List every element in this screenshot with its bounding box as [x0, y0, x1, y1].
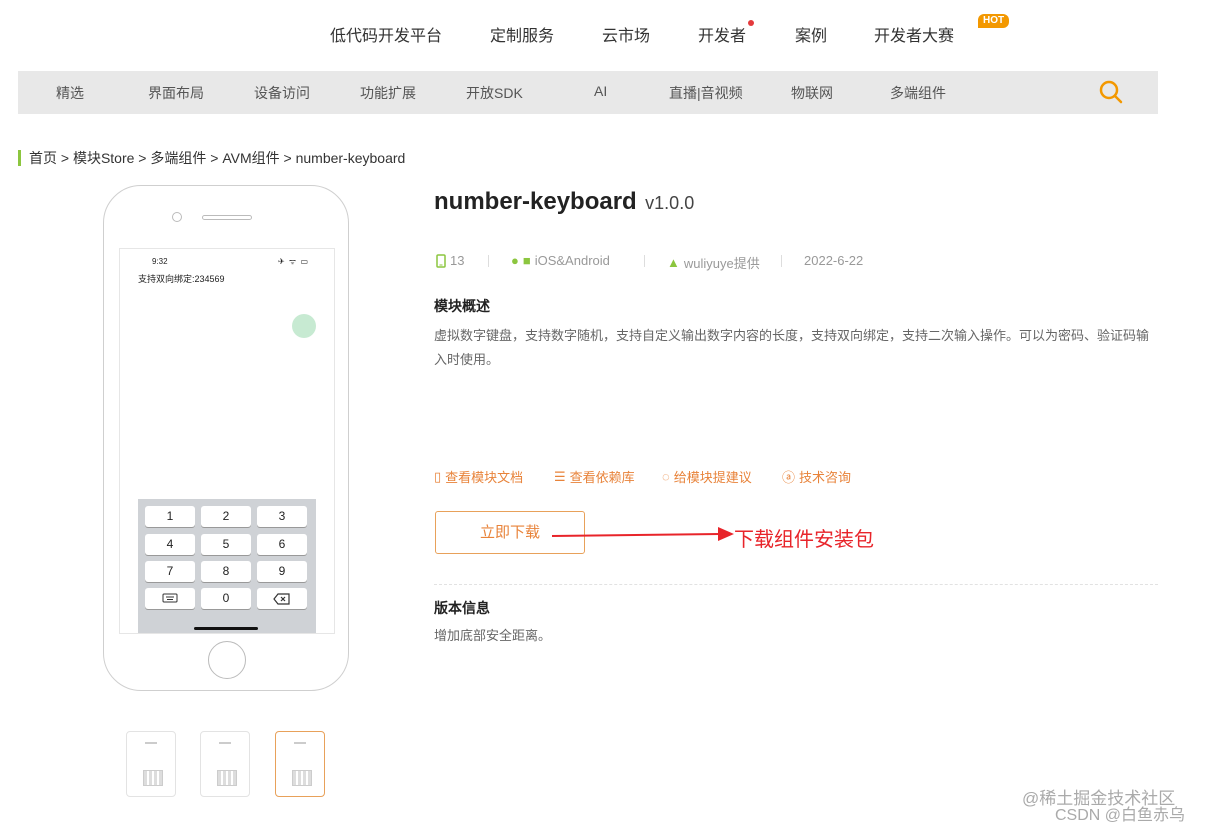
- list-icon: ☰: [554, 468, 566, 484]
- keyboard-thumb: [292, 770, 312, 786]
- thumbnail-3[interactable]: [275, 731, 325, 797]
- thumbnail-1[interactable]: [126, 731, 176, 797]
- key-2: 2: [201, 506, 251, 527]
- android-icon: ■: [522, 253, 531, 268]
- nav-contest[interactable]: 开发者大赛 HOT: [874, 14, 1010, 46]
- suggestion-link[interactable]: ◌ 给模块提建议: [662, 467, 752, 486]
- overview-title: 模块概述: [434, 298, 490, 314]
- hot-badge: HOT: [978, 14, 1010, 28]
- category-extension[interactable]: 功能扩展: [360, 83, 416, 103]
- nav-developer-label: 开发者: [698, 28, 747, 45]
- document-icon: ▯: [434, 468, 442, 484]
- meta-date: 2022-6-22: [804, 253, 864, 268]
- speaker-icon: [202, 215, 252, 220]
- camera-icon: [172, 212, 182, 222]
- meta-platform: ● ■ iOS&Android: [511, 253, 610, 268]
- home-indicator: [194, 627, 258, 630]
- key-3: 3: [257, 506, 307, 527]
- watermark-csdn: CSDN @白鱼赤乌: [1055, 807, 1186, 824]
- key-8: 8: [201, 561, 251, 582]
- annotation-arrow-icon: [552, 527, 734, 541]
- module-name: number-keyboard: [434, 188, 637, 215]
- consult-link[interactable]: ⓐ 技术咨询: [782, 467, 851, 486]
- nav-cloud-market[interactable]: 云市场: [602, 22, 650, 46]
- backspace-icon: [273, 593, 290, 605]
- module-title: number-keyboard v1.0.0: [434, 188, 694, 216]
- doc-link[interactable]: ▯ 查看模块文档: [434, 467, 523, 486]
- nav-lowcode[interactable]: 低代码开发平台: [330, 22, 442, 46]
- key-6: 6: [257, 534, 307, 555]
- keyboard-thumb: [143, 770, 163, 786]
- support-icon: ⓐ: [782, 470, 796, 485]
- category-iot[interactable]: 物联网: [791, 83, 833, 103]
- nav-custom-service[interactable]: 定制服务: [490, 22, 554, 46]
- meta-downloads: 13: [436, 253, 464, 268]
- key-9: 9: [257, 561, 307, 582]
- version-info-text: 增加底部安全距离。: [434, 628, 552, 643]
- phone-preview: 9:32 ✈ ᯤ ▭ 支持双向绑定:234569 1 2 3 4 5 6 7 8…: [103, 185, 349, 691]
- number-keypad: 1 2 3 4 5 6 7 8 9 0: [138, 499, 316, 633]
- thumbnail-2[interactable]: [200, 731, 250, 797]
- keyboard-icon: [162, 593, 178, 603]
- notification-dot: [748, 20, 755, 26]
- category-ai[interactable]: AI: [594, 83, 607, 99]
- comment-icon: ◌: [662, 469, 670, 484]
- key-0: 0: [201, 588, 251, 609]
- category-device[interactable]: 设备访问: [254, 83, 310, 103]
- bound-value-text: 支持双向绑定:234569: [138, 274, 225, 284]
- preview-screen: 9:32 ✈ ᯤ ▭ 支持双向绑定:234569 1 2 3 4 5 6 7 8…: [119, 248, 335, 634]
- category-live-video[interactable]: 直播|音视频: [669, 83, 743, 103]
- status-time: 9:32: [152, 257, 168, 266]
- home-button-icon: [208, 641, 246, 679]
- floating-circle: [292, 314, 316, 338]
- user-icon: ▲: [667, 255, 680, 270]
- dependency-link[interactable]: ☰ 查看依赖库: [554, 467, 635, 486]
- phone-icon: [436, 253, 446, 268]
- nav-developer[interactable]: 开发者: [698, 20, 755, 46]
- key-hide-keyboard: [145, 588, 195, 609]
- annotation-text: 下载组件安装包: [734, 529, 874, 551]
- key-7: 7: [145, 561, 195, 582]
- keyboard-thumb: [217, 770, 237, 786]
- meta-provider: ▲ wuliyuye提供: [667, 255, 760, 271]
- nav-contest-label: 开发者大赛: [874, 28, 955, 45]
- key-5: 5: [201, 534, 251, 555]
- nav-cases[interactable]: 案例: [795, 22, 827, 46]
- category-nav: 精选 界面布局 设备访问 功能扩展 开放SDK AI 直播|音视频 物联网 多端…: [18, 71, 1158, 114]
- category-multi[interactable]: 多端组件: [890, 83, 946, 103]
- module-version: v1.0.0: [645, 193, 695, 213]
- breadcrumb[interactable]: 首页 > 模块Store > 多端组件 > AVM组件 > number-key…: [18, 150, 405, 166]
- version-info-title: 版本信息: [434, 600, 490, 616]
- apple-icon: ●: [511, 253, 519, 268]
- divider: [434, 584, 1158, 585]
- search-icon[interactable]: [1098, 79, 1124, 105]
- status-icons: ✈ ᯤ ▭: [278, 257, 310, 266]
- category-layout[interactable]: 界面布局: [148, 83, 204, 103]
- top-nav: 低代码开发平台 定制服务 云市场 开发者 案例 开发者大赛 HOT: [0, 0, 1207, 68]
- key-delete: [257, 588, 307, 609]
- category-featured[interactable]: 精选: [56, 83, 84, 103]
- key-4: 4: [145, 534, 195, 555]
- key-1: 1: [145, 506, 195, 527]
- overview-text: 虚拟数字键盘，支持数字随机，支持自定义输出数字内容的长度，支持双向绑定，支持二次…: [434, 328, 1150, 367]
- category-sdk[interactable]: 开放SDK: [466, 83, 523, 103]
